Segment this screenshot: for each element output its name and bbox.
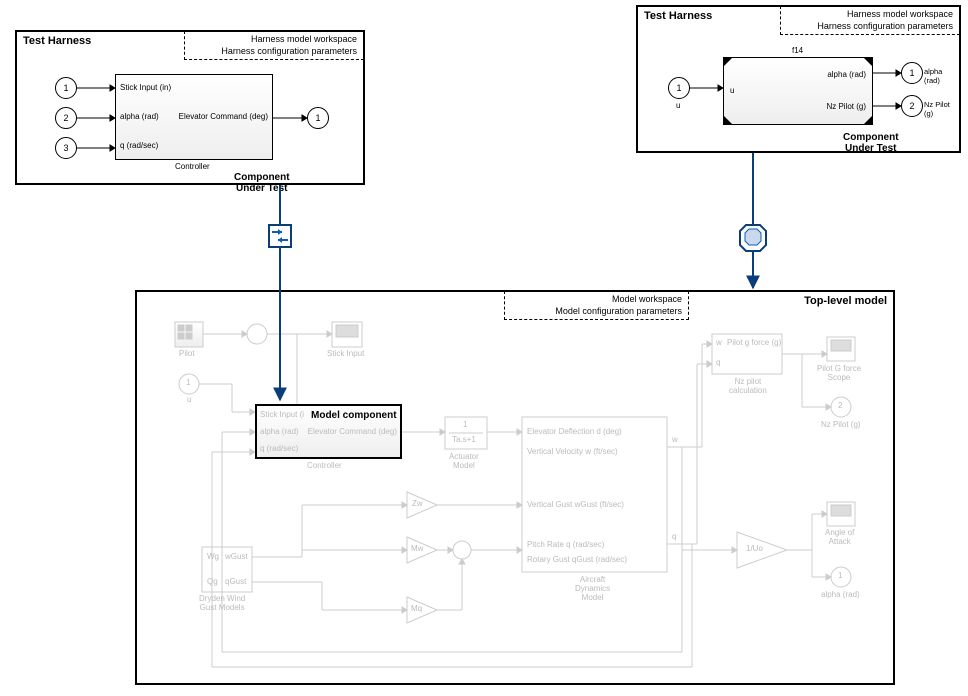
cut-label-left: Component Under Test (234, 172, 290, 194)
model-component-block: Stick Input (i alpha (rad) q (rad/sec) E… (255, 404, 402, 459)
lbl: q (716, 358, 720, 367)
lbl: Controller (307, 461, 342, 470)
inport-1: 1 (55, 77, 77, 99)
top-model-title: Top-level model (804, 295, 887, 307)
lbl: Mq (411, 604, 422, 613)
f14-top: f14 (792, 46, 803, 55)
top-model-workspace: Model workspace Model configuration para… (504, 291, 689, 320)
ws-line: Harness model workspace (787, 9, 953, 21)
port-label: q (rad/sec) (260, 444, 298, 453)
lbl: Vertical Velocity w (ft/sec) (527, 447, 618, 456)
port-label: Stick Input (in) (120, 83, 171, 92)
lbl: 1 (186, 378, 190, 387)
lbl: qGust (225, 577, 246, 586)
out-label: alpha (rad) (924, 67, 959, 85)
outport-1: 1 (307, 107, 329, 129)
lbl: alpha (rad) (821, 590, 860, 599)
port-label: q (rad/sec) (120, 141, 158, 150)
lbl: u (187, 395, 191, 404)
lbl: Elevator Deflection d (deg) (527, 427, 622, 436)
lbl: Rotary Gust qGust (rad/sec) (527, 555, 627, 564)
controller-name: Controller (175, 162, 210, 171)
left-harness-title: Test Harness (23, 35, 91, 47)
top-model-content (137, 292, 897, 687)
ws-line: Harness model workspace (191, 34, 357, 46)
port-label: Nz Pilot (g) (826, 102, 866, 111)
lbl: Actuator Model (449, 452, 479, 470)
lbl: Stick Input (327, 349, 364, 358)
lbl: q (672, 532, 676, 541)
lbl: wGust (225, 552, 248, 561)
lbl: w (672, 435, 678, 444)
inport-3: 3 (55, 137, 77, 159)
cut-label-right: Component Under Test (843, 132, 899, 154)
outport-2: 2 (901, 95, 923, 117)
port-label: Elevator Command (deg) (179, 112, 268, 121)
inport-1: 1 (668, 77, 690, 99)
lbl: 1 (463, 420, 467, 429)
lbl: Aircraft Dynamics Model (575, 575, 610, 602)
lbl: Dryden Wind Gust Models (199, 594, 245, 612)
lbl: Angle of Attack (825, 528, 854, 546)
ws-line: Model configuration parameters (511, 306, 682, 318)
right-harness-title: Test Harness (644, 10, 712, 22)
port-label: alpha (rad) (120, 112, 159, 121)
top-model-panel: Top-level model Model workspace Model co… (135, 290, 895, 685)
lbl: Qg (207, 577, 218, 586)
port-label: Stick Input (i (260, 410, 304, 419)
ws-line: Harness configuration parameters (191, 46, 357, 58)
port-label: Elevator Command (deg) (308, 427, 397, 436)
inport-2: 2 (55, 107, 77, 129)
lbl: Pilot G force Scope (817, 364, 861, 382)
lbl: Nz Pilot (g) (821, 420, 861, 429)
controller-block: Stick Input (in) alpha (rad) q (rad/sec)… (115, 74, 273, 160)
lbl: Vertical Gust wGust (ft/sec) (527, 500, 624, 509)
lbl: 1/Uo (746, 544, 763, 553)
u-label: u (676, 101, 680, 110)
lbl: 2 (838, 401, 842, 410)
lbl: Pilot g force (g) (727, 338, 781, 347)
lbl: Pitch Rate q (rad/sec) (527, 540, 604, 549)
right-harness-workspace: Harness model workspace Harness configur… (780, 6, 960, 35)
port-label: alpha (rad) (827, 70, 866, 79)
lbl: Ta.s+1 (452, 435, 476, 444)
lbl: Mw (411, 544, 423, 553)
lbl: Pilot (179, 349, 195, 358)
right-harness-panel: Test Harness Harness model workspace Har… (636, 5, 961, 153)
lbl: Zw (412, 499, 423, 508)
lbl: Nz pilot calculation (729, 377, 767, 395)
lbl: w (716, 338, 722, 347)
f14-block: f14 u alpha (rad) Nz Pilot (g) (723, 57, 873, 125)
outport-1: 1 (901, 62, 923, 84)
left-harness-workspace: Harness model workspace Harness configur… (184, 31, 364, 60)
ws-line: Harness configuration parameters (787, 21, 953, 33)
left-harness-panel: Test Harness Harness model workspace Har… (15, 30, 365, 185)
port-label: alpha (rad) (260, 427, 299, 436)
port-label: u (730, 86, 734, 95)
lbl: Wg (207, 552, 219, 561)
out-label: Nz Pilot (g) (924, 100, 959, 118)
ws-line: Model workspace (511, 294, 682, 306)
model-component-label: Model component (311, 410, 397, 421)
lbl: 1 (838, 571, 842, 580)
